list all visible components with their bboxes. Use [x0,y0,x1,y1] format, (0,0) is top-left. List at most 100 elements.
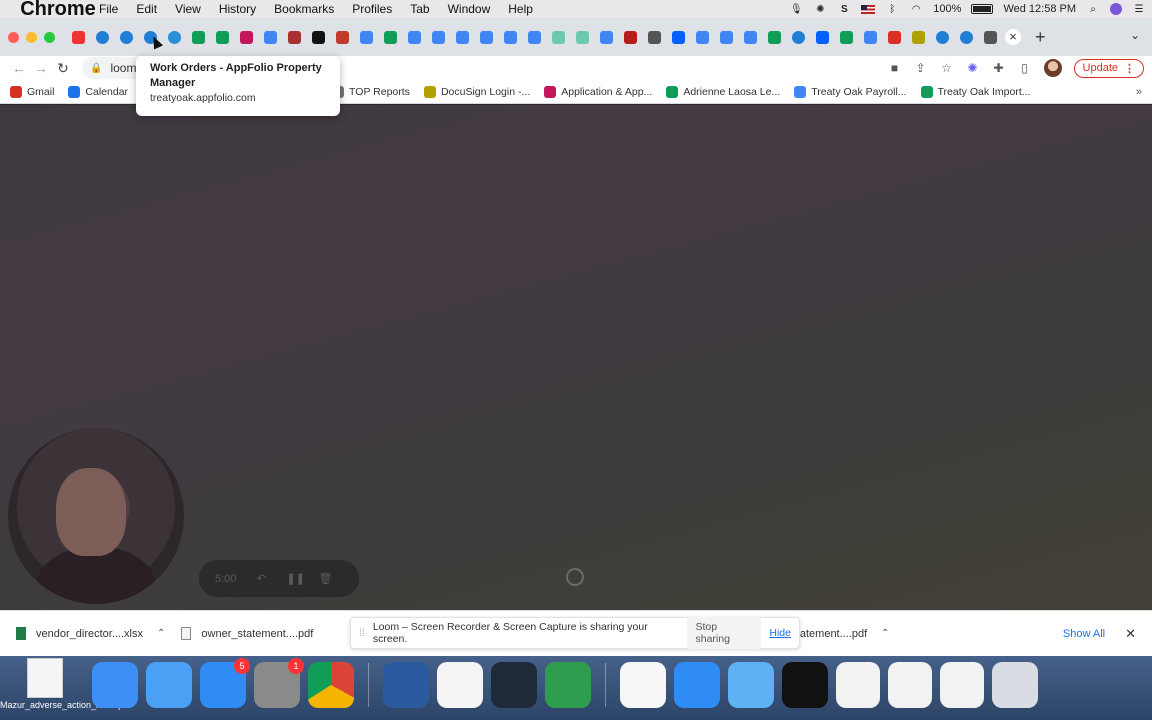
preview-icon[interactable] [437,662,483,708]
tab[interactable] [813,25,831,49]
webcam-bubble[interactable] [8,428,184,604]
tab[interactable] [333,25,351,49]
tab[interactable] [693,25,711,49]
doc-thumb-1-icon[interactable] [836,662,880,708]
tab[interactable] [525,25,543,49]
folder-icon[interactable] [728,662,774,708]
download-options-chevron-icon[interactable]: ⌃ [157,628,165,639]
bookmark-item[interactable]: Treaty Oak Import... [920,85,1031,98]
update-button[interactable]: Update ⋮ [1073,58,1144,78]
microphone-icon[interactable]: 🎙 [789,4,803,15]
tab[interactable] [429,25,447,49]
bookmark-item[interactable]: TOP Reports [332,85,410,98]
tab[interactable] [477,25,495,49]
minimize-window-button[interactable] [26,31,37,43]
bluetooth-icon[interactable]: ᛒ [885,4,899,15]
tab[interactable] [765,25,783,49]
side-panel-icon[interactable]: ▯ [1018,61,1032,75]
hide-notice-link[interactable]: Hide [769,627,791,639]
restart-recording-icon[interactable]: ↶ [254,572,268,585]
webex-icon[interactable] [491,662,537,708]
terminal-icon[interactable] [782,662,828,708]
share-icon[interactable]: ⇪ [914,61,928,75]
download-filename[interactable]: owner_statement....pdf [201,628,313,640]
tab[interactable] [837,25,855,49]
camera-in-use-icon[interactable]: ■ [888,61,902,75]
loom-status-icon[interactable]: ✺ [813,4,827,15]
textedit-icon[interactable] [620,662,666,708]
menubar-clock[interactable]: Wed 12:58 PM [1003,3,1076,15]
tab[interactable] [357,25,375,49]
fullscreen-window-button[interactable] [44,31,55,43]
tab[interactable] [285,25,303,49]
forward-arrow-icon[interactable]: → [30,60,52,76]
tab[interactable] [909,25,927,49]
tab[interactable] [885,25,903,49]
finder-icon[interactable] [92,662,138,708]
tab[interactable] [69,25,87,49]
battery-icon[interactable] [971,4,994,14]
bookmark-item[interactable]: Treaty Oak Payroll... [794,85,907,98]
new-tab-button[interactable]: + [1035,27,1046,48]
download-item[interactable]: owner_statement....pdf [181,627,313,640]
menu-help[interactable]: Help [508,2,533,16]
address-bar-url[interactable]: loom [110,61,136,75]
tab[interactable] [621,25,639,49]
tab[interactable] [165,25,183,49]
tab[interactable] [189,25,207,49]
show-all-downloads-link[interactable]: Show All [1063,628,1105,640]
tab[interactable] [645,25,663,49]
drag-handle-icon[interactable]: ⁞⁞ [359,627,365,639]
tab[interactable] [789,25,807,49]
tab[interactable] [213,25,231,49]
reload-icon[interactable]: ↻ [52,60,74,77]
more-bookmarks-chevron-icon[interactable]: » [1136,86,1142,98]
wifi-icon[interactable]: ◠ [909,4,923,15]
tab[interactable] [309,25,327,49]
tab[interactable] [573,25,591,49]
tab[interactable] [741,25,759,49]
delete-recording-icon[interactable]: 🗑 [318,572,332,585]
bookmark-item[interactable]: Calendar [68,85,128,98]
tab[interactable] [549,25,567,49]
download-filename[interactable]: vendor_director....xlsx [36,628,143,640]
loom-extension-icon[interactable]: ✺ [966,61,980,75]
menu-file[interactable]: File [99,2,118,16]
tab[interactable] [933,25,951,49]
chrome-icon[interactable] [308,662,354,708]
lock-icon[interactable]: 🔒 [90,63,102,74]
menu-tab[interactable]: Tab [410,2,429,16]
messages-icon[interactable] [146,662,192,708]
tab[interactable] [453,25,471,49]
tab[interactable] [981,25,999,49]
tab[interactable] [261,25,279,49]
bookmark-item[interactable]: Gmail [10,85,54,98]
download-options-chevron-icon[interactable]: ⌃ [881,628,889,639]
menu-profiles[interactable]: Profiles [352,2,392,16]
system-preferences-icon[interactable]: 1 [254,658,304,708]
s-app-icon[interactable]: S [837,4,851,15]
tab[interactable] [237,25,255,49]
menu-history[interactable]: History [219,2,256,16]
menu-bookmarks[interactable]: Bookmarks [274,2,334,16]
tab-close-icon[interactable]: × [1005,29,1021,45]
tab[interactable] [117,25,135,49]
us-flag-input-icon[interactable] [861,4,876,14]
tab-search-chevron-icon[interactable]: ⌄ [1130,28,1140,42]
tab[interactable] [957,25,975,49]
doc-thumb-2-icon[interactable] [888,662,932,708]
close-shelf-icon[interactable]: ✕ [1125,626,1136,642]
quicktime-icon[interactable] [383,662,429,708]
app-store-icon[interactable]: 5 [200,658,250,708]
tab[interactable] [501,25,519,49]
stop-sharing-button[interactable]: Stop sharing [687,617,762,649]
tab[interactable] [597,25,615,49]
app-store-2-icon[interactable] [674,662,720,708]
numbers-icon[interactable] [545,662,591,708]
back-arrow-icon[interactable]: ← [8,60,30,76]
tab[interactable] [861,25,879,49]
menu-view[interactable]: View [175,2,201,16]
tab[interactable] [717,25,735,49]
tab[interactable] [669,25,687,49]
extensions-puzzle-icon[interactable]: ✚ [992,61,1006,75]
